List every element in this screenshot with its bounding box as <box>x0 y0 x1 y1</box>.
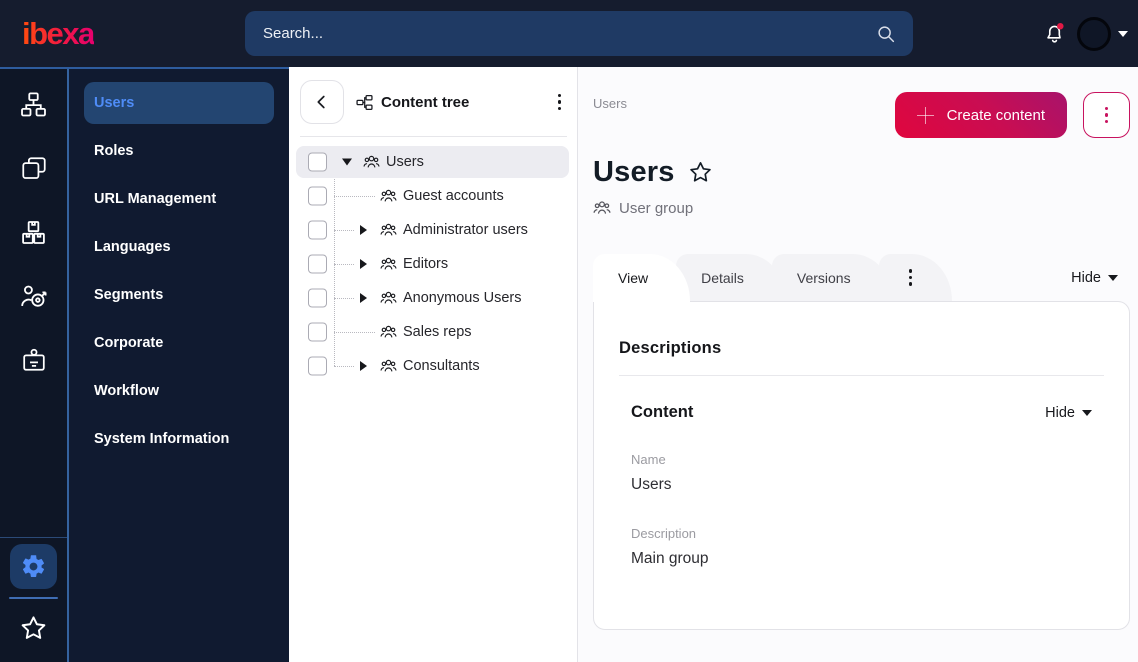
menu-item-users[interactable]: Users <box>84 82 274 124</box>
top-bar: ibexa <box>0 0 1138 67</box>
content-tree: Users Guest accounts Administrator users… <box>289 145 577 383</box>
icon-sidebar <box>0 67 69 662</box>
user-group-icon <box>380 222 397 239</box>
tab-details[interactable]: Details <box>676 254 786 301</box>
page-title: Users <box>593 156 675 188</box>
tree-connector-stub <box>334 332 375 333</box>
menu-item-roles[interactable]: Roles <box>84 130 274 172</box>
bookmark-star-icon[interactable] <box>687 159 714 186</box>
tree-connector-stub <box>334 196 375 197</box>
caret-down-icon <box>1082 409 1092 416</box>
tree-row-selected-bg <box>296 146 569 178</box>
user-menu-caret-icon[interactable] <box>1118 30 1128 37</box>
collapse-caret-icon[interactable] <box>342 158 352 166</box>
global-search <box>245 11 913 56</box>
topbar-accent-line <box>0 67 289 69</box>
expand-caret-icon[interactable] <box>360 225 367 235</box>
user-avatar[interactable] <box>1077 16 1111 51</box>
rail-divider-accent <box>9 597 58 599</box>
tree-row-users[interactable]: Users <box>296 145 569 179</box>
tree-options-icon[interactable] <box>557 93 561 111</box>
content-tree-title: Content tree <box>356 94 469 111</box>
tree-row-checkbox[interactable] <box>308 152 327 172</box>
bookmarks-star-icon[interactable] <box>18 613 49 644</box>
menu-item-corporate[interactable]: Corporate <box>84 322 274 364</box>
tree-connector-stub <box>334 298 354 299</box>
user-group-icon <box>593 199 611 217</box>
ibexa-logo[interactable]: ibexa <box>22 16 95 52</box>
section-divider <box>619 375 1104 376</box>
tree-row-guest-accounts[interactable]: Guest accounts <box>296 179 569 213</box>
user-group-icon <box>363 154 380 171</box>
view-tab-panel: Descriptions Content Hide Name Users Des… <box>593 301 1130 630</box>
section-menu: Users Roles URL Management Languages Seg… <box>69 67 289 662</box>
user-group-icon <box>380 188 397 205</box>
content-type-label: User group <box>593 199 1130 217</box>
notifications-bell-icon[interactable] <box>1041 21 1067 47</box>
tree-row-checkbox[interactable] <box>308 288 327 308</box>
hide-content-toggle[interactable]: Hide <box>1045 405 1092 421</box>
menu-item-system-information[interactable]: System Information <box>84 418 274 460</box>
tree-row-sales-reps[interactable]: Sales reps <box>296 315 569 349</box>
tab-bar: View Details Versions Hide <box>593 254 1130 302</box>
expand-caret-icon[interactable] <box>360 293 367 303</box>
breadcrumb[interactable]: Users <box>593 96 627 111</box>
user-group-icon <box>380 290 397 307</box>
tree-row-checkbox[interactable] <box>308 254 327 274</box>
rail-divider <box>0 537 67 538</box>
tree-connector-stub <box>334 366 354 367</box>
tree-row-checkbox[interactable] <box>308 186 327 206</box>
tree-row-administrator-users[interactable]: Administrator users <box>296 213 569 247</box>
field-name: Name Users <box>631 452 672 493</box>
caret-down-icon <box>1108 275 1118 281</box>
content-structure-icon[interactable] <box>17 89 51 119</box>
tree-header-divider <box>300 136 567 137</box>
descriptions-heading: Descriptions <box>619 339 722 357</box>
search-icon[interactable] <box>875 23 897 45</box>
content-heading: Content <box>631 403 694 421</box>
content-tree-panel: Content tree Users Guest accounts Admini… <box>289 67 578 662</box>
expand-caret-icon[interactable] <box>360 361 367 371</box>
product-catalog-icon[interactable] <box>17 217 51 247</box>
tab-view[interactable]: View <box>593 254 691 302</box>
main-content: Users Create content Users User group Vi… <box>578 67 1138 662</box>
tree-row-checkbox[interactable] <box>308 220 327 240</box>
menu-item-segments[interactable]: Segments <box>84 274 274 316</box>
more-dots-icon <box>1104 106 1109 124</box>
user-group-icon <box>380 358 397 375</box>
user-group-icon <box>380 324 397 341</box>
tree-row-checkbox[interactable] <box>308 356 327 376</box>
hide-tabs-toggle[interactable]: Hide <box>1071 270 1118 286</box>
more-actions-button[interactable] <box>1083 92 1130 138</box>
tree-connector-stub <box>334 264 354 265</box>
collapse-tree-button[interactable] <box>300 80 344 124</box>
search-input[interactable] <box>263 25 875 42</box>
tree-icon <box>356 94 373 111</box>
admin-badge-icon[interactable] <box>17 345 51 375</box>
user-group-icon <box>380 256 397 273</box>
topbar-right <box>1041 0 1128 67</box>
app-body: Users Roles URL Management Languages Seg… <box>0 67 1138 662</box>
menu-item-url-management[interactable]: URL Management <box>84 178 274 220</box>
tree-row-checkbox[interactable] <box>308 322 327 342</box>
field-description: Description Main group <box>631 526 709 567</box>
personalization-icon[interactable] <box>17 281 51 311</box>
plus-icon <box>916 106 934 124</box>
tree-row-consultants[interactable]: Consultants <box>296 349 569 383</box>
expand-caret-icon[interactable] <box>360 259 367 269</box>
menu-item-languages[interactable]: Languages <box>84 226 274 268</box>
create-content-button[interactable]: Create content <box>894 92 1067 138</box>
tree-row-anonymous-users[interactable]: Anonymous Users <box>296 281 569 315</box>
tree-row-editors[interactable]: Editors <box>296 247 569 281</box>
tab-versions[interactable]: Versions <box>771 254 893 301</box>
tree-connector-stub <box>334 230 354 231</box>
pages-icon[interactable] <box>17 153 51 183</box>
menu-item-workflow[interactable]: Workflow <box>84 370 274 412</box>
settings-gear-icon[interactable] <box>10 544 57 589</box>
